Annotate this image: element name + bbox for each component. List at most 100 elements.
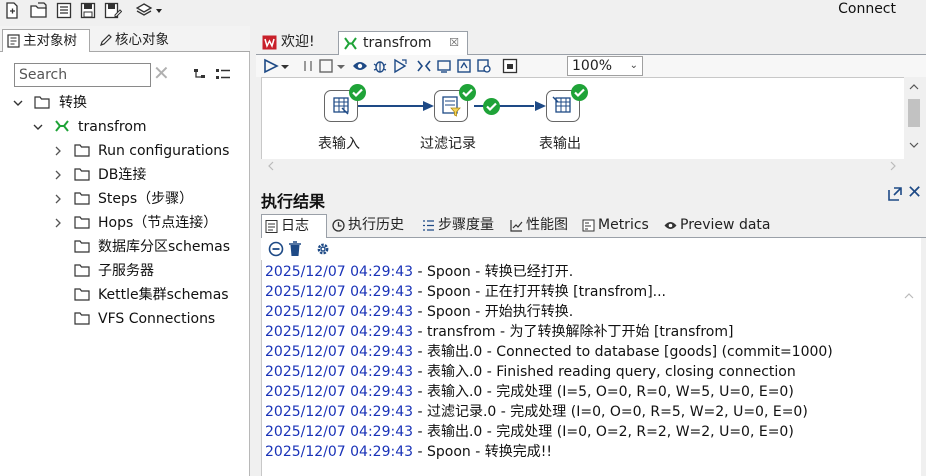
log-timestamp: 2025/12/07 04:29:43 bbox=[265, 304, 414, 320]
explore-repository-icon[interactable] bbox=[56, 2, 74, 19]
tree-item-transformations[interactable]: 转换 bbox=[12, 92, 248, 114]
close-panel-icon[interactable]: ✕ bbox=[907, 182, 922, 203]
tree-item-steps[interactable]: Steps（步骤） bbox=[52, 188, 248, 210]
impact-icon[interactable] bbox=[436, 58, 452, 74]
canvas-vertical-scrollbar[interactable] bbox=[904, 77, 924, 173]
chevron-right-icon[interactable] bbox=[52, 145, 64, 157]
tab-step-metrics[interactable]: 步骤度量 bbox=[419, 214, 505, 238]
folder-icon bbox=[74, 312, 90, 325]
tab-label: 核心对象 bbox=[115, 32, 169, 48]
maximize-panel-icon[interactable] bbox=[887, 186, 903, 202]
tree-item-cluster-schemas[interactable]: Kettle集群schemas bbox=[74, 284, 248, 306]
step-metrics-icon bbox=[422, 219, 435, 232]
stop-icon[interactable] bbox=[318, 58, 334, 74]
editor-area: 欢迎! transfrom ☒ 100% ⌄ 表输入 过滤记录 表输出 执行结果… bbox=[256, 26, 926, 476]
preview-eye-icon bbox=[664, 219, 677, 232]
tab-preview-data[interactable]: Preview data bbox=[661, 214, 773, 238]
debug-icon[interactable] bbox=[372, 58, 388, 74]
left-panel-tabs: 主对象树 核心对象 bbox=[0, 26, 250, 52]
tab-label: transfrom bbox=[363, 35, 432, 51]
tab-welcome[interactable]: 欢迎! bbox=[258, 31, 336, 55]
close-tab-icon[interactable]: ☒ bbox=[449, 32, 459, 54]
tree-icon bbox=[7, 34, 20, 48]
chevron-down-icon[interactable]: ⌄ bbox=[630, 57, 638, 75]
tab-metrics[interactable]: Metrics bbox=[579, 214, 659, 238]
layers-icon[interactable] bbox=[136, 2, 164, 19]
log-timestamp: 2025/12/07 04:29:43 bbox=[265, 384, 414, 400]
log-output[interactable]: 2025/12/07 04:29:43 - Spoon - 转换已经打开. 20… bbox=[261, 260, 921, 476]
save-icon[interactable] bbox=[80, 2, 98, 19]
transformation-icon bbox=[343, 36, 358, 51]
save-as-icon[interactable] bbox=[104, 2, 122, 19]
chevron-down-icon[interactable] bbox=[32, 121, 44, 133]
success-check-icon bbox=[571, 84, 588, 101]
tab-core-objects[interactable]: 核心对象 bbox=[95, 29, 189, 52]
history-icon bbox=[332, 219, 345, 232]
tab-label: Metrics bbox=[598, 217, 649, 233]
tree-item-hops[interactable]: Hops（节点连接） bbox=[52, 212, 248, 234]
tab-log[interactable]: 日志 bbox=[261, 214, 327, 238]
success-check-icon bbox=[459, 84, 476, 101]
delete-icon[interactable] bbox=[288, 241, 302, 257]
folder-icon bbox=[74, 240, 90, 253]
log-timestamp: 2025/12/07 04:29:43 bbox=[265, 264, 414, 280]
sql-icon[interactable] bbox=[456, 58, 472, 74]
chevron-down-icon[interactable] bbox=[12, 97, 24, 109]
tab-performance-chart[interactable]: 性能图 bbox=[507, 214, 577, 238]
log-line: 2025/12/07 04:29:43 - 表输出.0 - Connected … bbox=[265, 342, 833, 362]
tab-label: 欢迎! bbox=[281, 34, 315, 50]
preview-eye-icon[interactable] bbox=[352, 58, 368, 74]
log-settings-gear-icon[interactable] bbox=[315, 241, 331, 257]
log-timestamp: 2025/12/07 04:29:43 bbox=[265, 424, 414, 440]
new-file-icon[interactable] bbox=[4, 2, 22, 19]
tab-execution-history[interactable]: 执行历史 bbox=[329, 214, 417, 238]
tree-item-db-connections[interactable]: DB连接 bbox=[52, 164, 248, 186]
tree-item-slave-servers[interactable]: 子服务器 bbox=[74, 260, 248, 282]
tab-label: 日志 bbox=[281, 218, 309, 234]
log-message: - 过滤记录.0 - 完成处理 (I=0, O=0, R=5, W=2, U=0… bbox=[413, 404, 808, 420]
chevron-right-icon[interactable] bbox=[52, 169, 64, 181]
connect-button[interactable]: Connect bbox=[838, 1, 896, 17]
log-message: - 表输出.0 - Connected to database [goods] … bbox=[413, 344, 833, 360]
tab-transfrom[interactable]: transfrom ☒ bbox=[338, 31, 468, 56]
log-icon bbox=[265, 220, 278, 233]
tree-item-label: VFS Connections bbox=[98, 311, 216, 327]
log-vertical-scrollbar[interactable] bbox=[899, 260, 919, 476]
folder-icon bbox=[74, 192, 90, 205]
log-message: - Spoon - 转换已经打开. bbox=[413, 264, 574, 280]
chevron-right-icon[interactable] bbox=[52, 193, 64, 205]
zoom-select[interactable]: 100% ⌄ bbox=[567, 56, 643, 76]
transformation-toolbar: 100% ⌄ bbox=[256, 55, 926, 77]
tree-item-label: 数据库分区schemas bbox=[98, 239, 230, 255]
log-line: 2025/12/07 04:29:43 - 表输入.0 - 完成处理 (I=5,… bbox=[265, 382, 794, 402]
pause-icon[interactable] bbox=[300, 58, 316, 74]
tree-item-run-configurations[interactable]: Run configurations bbox=[52, 140, 248, 162]
log-message: - Spoon - 正在打开转换 [transfrom]... bbox=[413, 284, 667, 300]
run-options-chevron-icon[interactable] bbox=[280, 58, 290, 74]
search-input[interactable]: Search bbox=[14, 63, 151, 87]
hop-success-check-icon bbox=[483, 98, 500, 115]
open-file-icon[interactable] bbox=[30, 2, 48, 19]
log-line: 2025/12/07 04:29:43 - Spoon - 转换完成!! bbox=[265, 442, 552, 462]
tree-item-label: 子服务器 bbox=[98, 263, 154, 279]
chevron-right-icon[interactable] bbox=[52, 217, 64, 229]
canvas-horizontal-scrollbar[interactable] bbox=[261, 159, 904, 173]
tab-main-object-tree[interactable]: 主对象树 bbox=[2, 29, 90, 52]
explore-db-icon[interactable] bbox=[476, 58, 492, 74]
collapse-tree-icon[interactable] bbox=[192, 66, 208, 82]
tree-item-vfs-connections[interactable]: VFS Connections bbox=[74, 308, 248, 330]
log-message: - 表输入.0 - Finished reading query, closin… bbox=[413, 364, 796, 380]
clear-search-button[interactable]: ✕ bbox=[153, 62, 171, 86]
verify-icon[interactable] bbox=[416, 58, 432, 74]
run-icon[interactable] bbox=[263, 58, 279, 74]
tree-item-label: DB连接 bbox=[98, 167, 147, 183]
clear-log-icon[interactable] bbox=[268, 241, 284, 257]
tree-item-transfrom[interactable]: transfrom bbox=[32, 116, 248, 138]
stop-options-chevron-icon[interactable] bbox=[336, 58, 346, 74]
expand-tree-icon[interactable] bbox=[215, 66, 231, 82]
replay-icon[interactable] bbox=[392, 58, 408, 74]
tree-item-partition-schemas[interactable]: 数据库分区schemas bbox=[74, 236, 248, 258]
show-results-icon[interactable] bbox=[502, 58, 518, 74]
editor-tabs: 欢迎! transfrom ☒ bbox=[256, 29, 926, 56]
pencil-icon bbox=[99, 33, 112, 47]
